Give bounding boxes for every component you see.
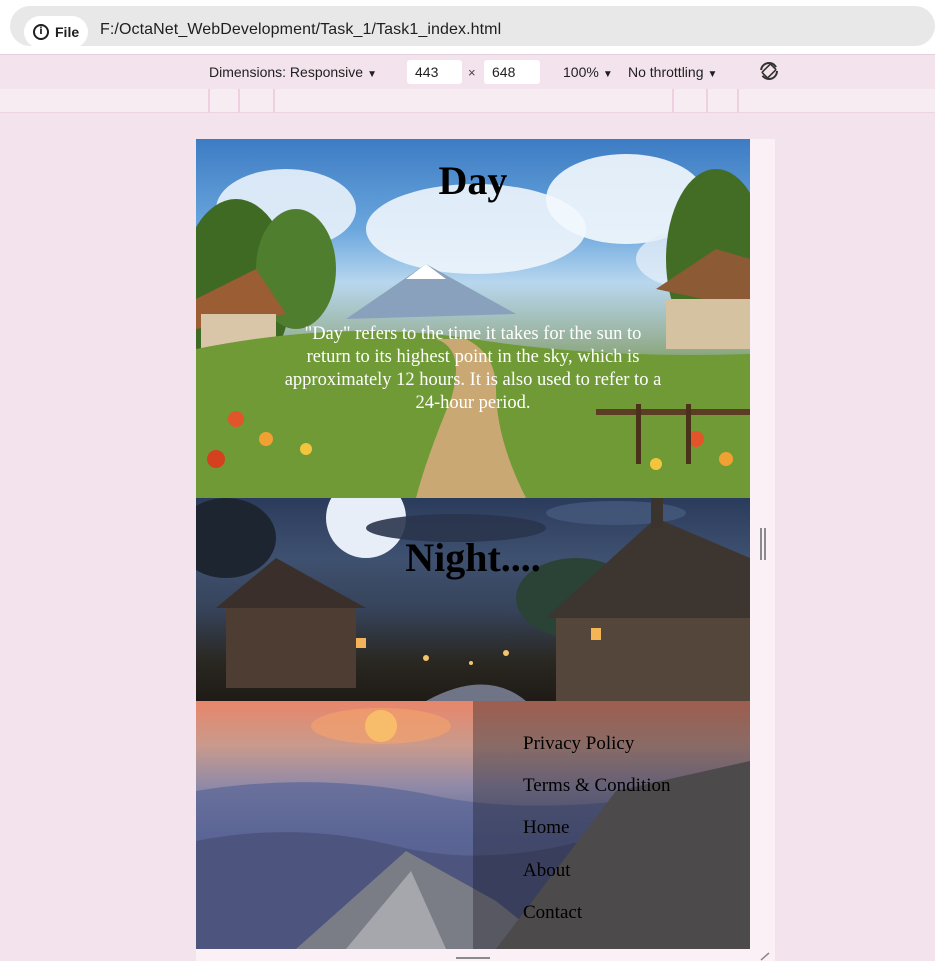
footer-link-about[interactable]: About [523,860,671,902]
height-input[interactable] [484,60,540,84]
device-toolbar: Dimensions: Responsive▼ × 100%▼ No throt… [0,54,935,89]
times-separator: × [468,65,476,80]
resize-handle-corner[interactable] [759,952,771,961]
day-description: "Day" refers to the time it takes for th… [284,324,662,413]
zoom-dropdown[interactable]: 100% ▼ [563,64,613,80]
url-text[interactable]: F:/OctaNet_WebDevelopment/Task_1/Task1_i… [100,21,501,39]
file-label: File [55,24,80,40]
night-title: Night.... [405,535,541,580]
day-title: Day [438,158,508,203]
footer-link-contact[interactable]: Contact [523,902,671,944]
browser-address-bar: i File F:/OctaNet_WebDevelopment/Task_1/… [0,0,935,54]
site-info-chip[interactable]: i File [24,16,88,48]
url-pill[interactable]: i File F:/OctaNet_WebDevelopment/Task_1/… [10,6,935,48]
caret-down-icon: ▼ [602,69,613,80]
ruler-tick [208,89,210,113]
dimensions-label: Dimensions: Responsive [209,64,364,80]
footer-link-terms[interactable]: Terms & Condition [523,775,671,817]
throttling-label: No throttling [628,64,704,80]
footer-nav: Privacy Policy Terms & Condition Home Ab… [523,733,671,944]
info-icon: i [33,24,49,40]
ruler-tick [737,89,739,113]
day-section: Day "Day" refers to the time it takes fo… [196,139,750,498]
ruler-tick [706,89,708,113]
ruler-tick [273,89,275,113]
footer-section: Privacy Policy Terms & Condition Home Ab… [196,701,750,949]
page-viewport: Day "Day" refers to the time it takes fo… [196,139,750,949]
zoom-label: 100% [563,64,599,80]
caret-down-icon: ▼ [707,69,718,80]
ruler-tick [672,89,674,113]
rotate-icon[interactable] [758,60,780,82]
night-village-image [196,498,750,701]
resize-handle-bottom[interactable] [456,957,490,961]
ruler-tick [238,89,240,113]
footer-link-privacy[interactable]: Privacy Policy [523,733,671,775]
width-input[interactable] [407,60,462,84]
media-query-ruler[interactable] [0,89,935,113]
dimensions-dropdown[interactable]: Dimensions: Responsive ▼ [209,64,377,80]
footer-link-home[interactable]: Home [523,817,671,859]
resize-handle-right[interactable] [760,528,766,560]
throttling-dropdown[interactable]: No throttling ▼ [628,64,717,80]
night-section: Night.... [196,498,750,701]
caret-down-icon: ▼ [367,69,377,80]
